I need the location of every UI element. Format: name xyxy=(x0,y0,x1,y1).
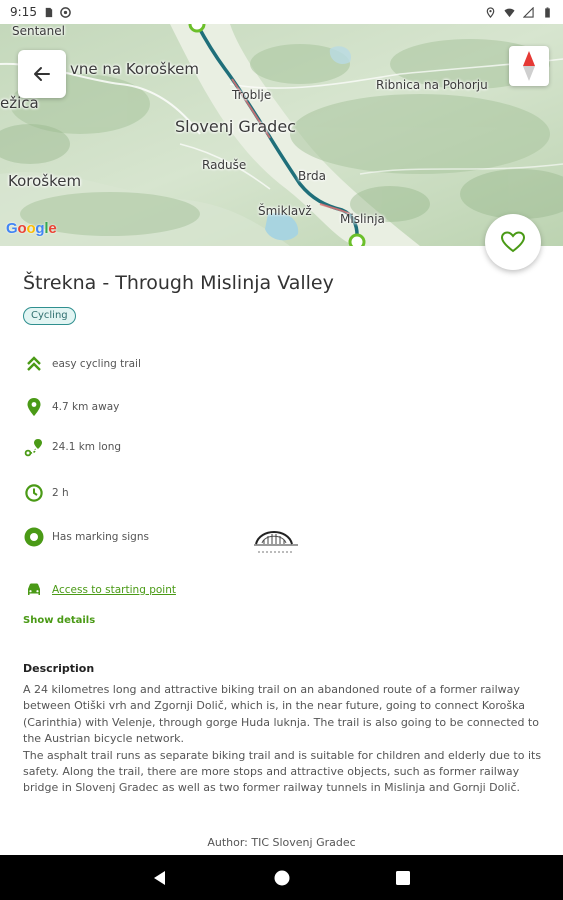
wifi-icon xyxy=(504,8,515,17)
trail-map[interactable]: Sentanel vne na Koroškem Troblje Ribnica… xyxy=(0,24,563,246)
map-label: Ribnica na Pohorju xyxy=(376,78,488,92)
map-label: Raduše xyxy=(202,158,247,172)
status-time: 9:15 xyxy=(10,5,37,19)
signal-icon xyxy=(523,6,534,18)
google-logo: Google xyxy=(6,220,57,237)
map-label: Sentanel xyxy=(12,24,65,38)
description-text: A 24 kilometres long and attractive biki… xyxy=(23,682,543,797)
info-text: Has marking signs xyxy=(52,531,149,543)
map-label: Brda xyxy=(298,169,326,183)
map-label: Slovenj Gradec xyxy=(175,117,296,136)
sim-card-icon xyxy=(45,7,53,17)
arrow-back-icon xyxy=(34,67,50,81)
clock-icon xyxy=(23,482,45,504)
favorite-button[interactable] xyxy=(485,214,541,270)
trail-logo xyxy=(252,522,300,560)
compass-icon xyxy=(523,51,535,81)
info-duration: 2 h xyxy=(23,482,69,504)
battery-icon xyxy=(545,6,550,18)
car-icon xyxy=(23,579,45,601)
info-text: 2 h xyxy=(52,487,69,499)
info-difficulty: easy cycling trail xyxy=(23,353,141,375)
info-marking: Has marking signs xyxy=(23,526,149,548)
route-length-icon xyxy=(23,436,45,458)
location-pin-icon xyxy=(23,396,45,418)
description-paragraph: A 24 kilometres long and attractive biki… xyxy=(23,683,539,746)
recents-square-icon[interactable] xyxy=(394,869,412,887)
map-label: vne na Koroškem xyxy=(70,60,199,78)
marking-signs-icon xyxy=(23,526,45,548)
back-button[interactable] xyxy=(18,50,66,98)
show-details-link[interactable]: Show details xyxy=(23,615,95,626)
status-bar: 9:15 xyxy=(0,0,563,24)
location-icon xyxy=(486,6,495,18)
trail-title: Štrekna - Through Mislinja Valley xyxy=(23,272,334,294)
author-credit: Author: TIC Slovenj Gradec xyxy=(207,836,356,849)
difficulty-icon xyxy=(23,353,45,375)
info-length: 24.1 km long xyxy=(23,436,121,458)
sync-icon xyxy=(60,6,71,18)
access-row[interactable]: Access to starting point xyxy=(23,579,176,601)
category-badge: Cycling xyxy=(23,307,76,325)
compass-button[interactable] xyxy=(509,46,549,86)
map-label: Troblje xyxy=(232,88,272,102)
description-paragraph: The asphalt trail runs as separate bikin… xyxy=(23,748,542,795)
info-text: easy cycling trail xyxy=(52,358,141,370)
system-nav-bar xyxy=(0,855,563,900)
back-triangle-icon[interactable] xyxy=(151,869,169,887)
info-text: 24.1 km long xyxy=(52,441,122,453)
description-heading: Description xyxy=(23,662,95,675)
map-label: Šmiklavž xyxy=(258,204,312,218)
map-label: Mislinja xyxy=(340,212,385,226)
access-starting-point-link[interactable]: Access to starting point xyxy=(52,584,176,596)
home-circle-icon[interactable] xyxy=(273,869,291,887)
info-distance: 4.7 km away xyxy=(23,396,119,418)
info-text: 4.7 km away xyxy=(52,401,120,413)
heart-outline-icon xyxy=(501,231,525,253)
map-label: Koroškem xyxy=(8,172,82,190)
